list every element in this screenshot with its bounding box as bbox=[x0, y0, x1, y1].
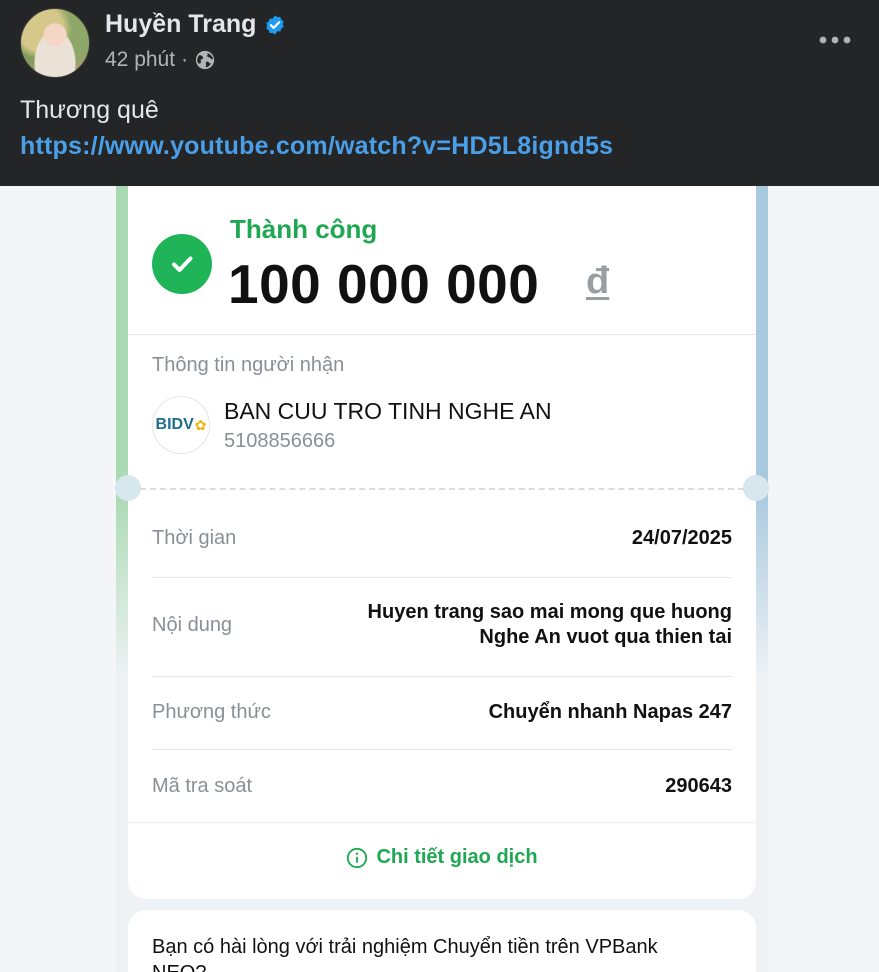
more-options-button[interactable] bbox=[813, 22, 857, 58]
post-header: Huyền Trang 42 phút · Thương quê https:/… bbox=[0, 0, 879, 186]
content-label: Nội dung bbox=[152, 613, 233, 636]
detail-row-content: Nội dung Huyen trang sao mai mong que hu… bbox=[152, 600, 732, 650]
content-value-line1: Huyen trang sao mai mong que huong bbox=[367, 601, 732, 623]
detail-row-time: Thời gian 24/07/2025 bbox=[152, 526, 732, 551]
verified-badge-icon bbox=[264, 14, 286, 36]
info-icon bbox=[346, 847, 368, 869]
content-value: Huyen trang sao mai mong que huong Nghe … bbox=[368, 600, 732, 650]
bidv-bank-logo: BIDV ✿ bbox=[152, 396, 210, 454]
detail-row-method: Phương thức Chuyển nhanh Napas 247 bbox=[152, 700, 732, 725]
transaction-status: Thành công bbox=[230, 214, 378, 244]
recipient-section-label: Thông tin người nhận bbox=[152, 354, 345, 376]
meta-separator: · bbox=[181, 48, 189, 71]
currency-symbol: đ bbox=[586, 260, 610, 302]
youtube-link[interactable]: https://www.youtube.com/watch?v=HD5L8ign… bbox=[20, 132, 613, 161]
time-value: 24/07/2025 bbox=[631, 527, 732, 549]
post-time[interactable]: 42 phút bbox=[105, 48, 175, 72]
recipient-name: BAN CUU TRO TINH NGHE AN bbox=[224, 398, 552, 424]
time-label: Thời gian bbox=[152, 527, 237, 549]
post-meta: 42 phút · bbox=[105, 48, 216, 72]
checkmark-icon bbox=[172, 256, 193, 272]
ticket-notch-left bbox=[115, 475, 141, 501]
recipient-account-number: 5108856666 bbox=[224, 430, 336, 452]
survey-card: Bạn có hài lòng với trải nghiệm Chuyển t… bbox=[128, 910, 756, 972]
transaction-details-link[interactable]: Chi tiết giao dịch bbox=[128, 846, 756, 869]
survey-question: Bạn có hài lòng với trải nghiệm Chuyển t… bbox=[152, 936, 658, 972]
transfer-amount: 100 000 000 bbox=[228, 253, 540, 315]
method-label: Phương thức bbox=[152, 701, 271, 723]
globe-icon bbox=[194, 49, 216, 71]
success-status-icon bbox=[152, 234, 212, 294]
author-name-row[interactable]: Huyền Trang bbox=[105, 10, 286, 39]
transaction-details-label[interactable]: Chi tiết giao dịch bbox=[376, 846, 537, 869]
section-divider bbox=[128, 822, 756, 823]
row-divider bbox=[152, 577, 732, 578]
row-divider bbox=[152, 749, 732, 750]
more-options-icon bbox=[819, 36, 851, 44]
method-value: Chuyển nhanh Napas 247 bbox=[488, 701, 732, 723]
row-divider bbox=[152, 676, 732, 677]
detail-row-trace-code: Mã tra soát 290643 bbox=[152, 774, 732, 799]
content-value-line2: Nghe An vuot qua thien tai bbox=[479, 626, 732, 648]
bank-logo-text: BIDV bbox=[155, 416, 194, 433]
trace-code-value: 290643 bbox=[665, 775, 732, 797]
perforation-line bbox=[140, 488, 744, 490]
author-avatar[interactable] bbox=[20, 8, 90, 78]
bank-logo-sun-icon: ✿ bbox=[194, 416, 207, 433]
ticket-notch-right bbox=[743, 475, 769, 501]
trace-code-label: Mã tra soát bbox=[152, 775, 253, 797]
receipt-card: Thành công 100 000 000 đ Thông tin người… bbox=[115, 186, 769, 899]
author-name[interactable]: Huyền Trang bbox=[105, 10, 256, 39]
section-divider bbox=[128, 334, 756, 335]
post-text: Thương quê bbox=[20, 96, 159, 124]
